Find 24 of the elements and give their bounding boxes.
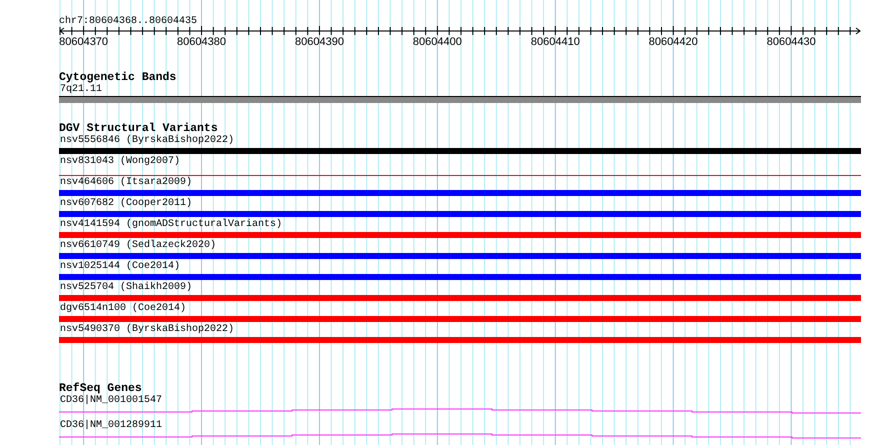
ruler-tick-label: 80604390 [295, 36, 344, 48]
variant-label: nsv464606 (Itsara2009) [59, 177, 192, 189]
location-label: chr7:80604368..80604435 [59, 16, 198, 27]
gene-label: CD36|NM_001001547 [59, 395, 162, 407]
variant-label: nsv1025144 (Coe2014) [59, 261, 180, 273]
ruler-tick-label: 80604420 [648, 36, 698, 48]
ruler-tick-label: 80604410 [530, 36, 580, 48]
track-title: RefSeq Genes [59, 383, 142, 395]
gene-label: CD36|NM_001289911 [59, 420, 162, 432]
ruler-tick-label: 80604370 [59, 36, 108, 48]
variant-label: nsv5490370 (ByrskaBishop2022) [59, 324, 234, 336]
ruler-tick-label: 80604380 [177, 36, 226, 48]
variant-label: nsv4141594 (gnomADStructuralVariants) [59, 219, 282, 231]
variant-label: dgv6514n100 (Coe2014) [59, 303, 186, 315]
ruler-tick-label: 80604430 [766, 36, 816, 48]
variant-label: nsv5556846 (ByrskaBishop2022) [59, 135, 234, 147]
track-title: Cytogenetic Bands [59, 72, 176, 84]
variant-label: nsv525704 (Shaikh2009) [59, 282, 192, 294]
variant-label: nsv831043 (Wong2007) [59, 156, 180, 168]
variant-label: nsv6610749 (Sedlazeck2020) [59, 240, 216, 252]
band-label: 7q21.11 [59, 84, 102, 96]
variant-label: nsv607682 (Cooper2011) [59, 198, 192, 210]
ruler-tick-label: 80604400 [412, 36, 462, 48]
track-title: DGV Structural Variants [59, 123, 218, 135]
